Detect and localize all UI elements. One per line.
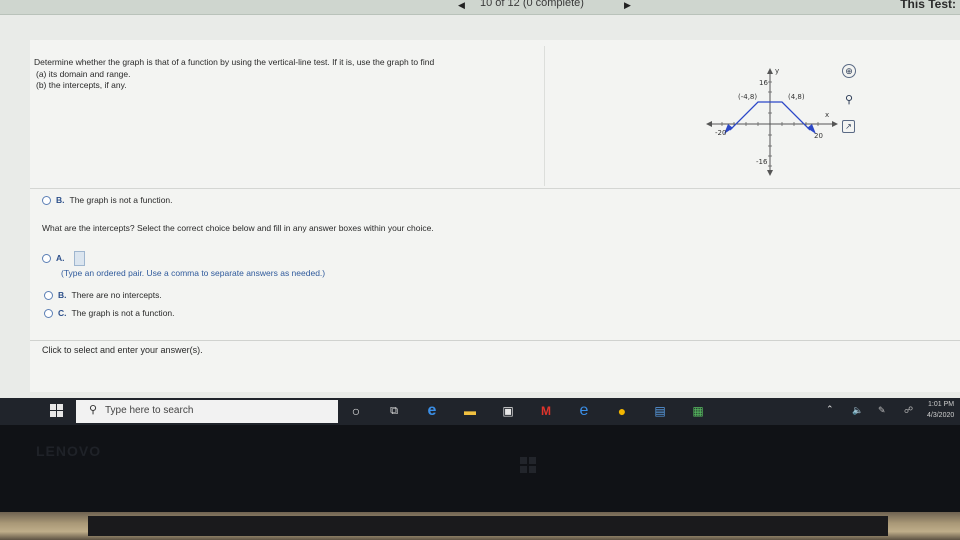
chrome-icon[interactable]: ●: [614, 403, 630, 419]
brand-logo: LENOVO: [36, 443, 102, 459]
question-line: Determine whether the graph is that of a…: [34, 57, 435, 67]
clock-time[interactable]: 1:01 PM: [928, 401, 954, 408]
previous-answer-option-b[interactable]: B. The graph is not a function.: [42, 195, 173, 206]
excel-icon[interactable]: ▦: [690, 403, 706, 419]
question-part-b: (b) the intercepts, if any.: [36, 80, 127, 90]
windows-logo-button: [520, 457, 536, 473]
x-right-tick-label: 20: [814, 132, 823, 140]
clock-date[interactable]: 4/3/2020: [927, 412, 954, 419]
y-bottom-tick-label: -16: [756, 158, 768, 166]
y-top-tick-label: 16: [759, 79, 768, 87]
network-icon[interactable]: ☍: [904, 405, 913, 416]
option-letter: B.: [58, 290, 67, 300]
x-left-tick-label: -20: [715, 129, 726, 137]
section-divider: [30, 188, 960, 189]
next-question-icon[interactable]: ▶: [624, 0, 631, 11]
function-graph: y x 16 -16 -20 20 (-4,8) (4,8): [706, 67, 838, 176]
pen-icon[interactable]: ✎: [878, 405, 886, 416]
question-progress: 10 of 12 (0 complete): [480, 0, 584, 9]
zoom-in-icon[interactable]: ⊕: [842, 64, 856, 78]
cortana-icon[interactable]: ○: [348, 403, 364, 419]
option-text: The graph is not a function.: [69, 195, 173, 205]
test-header-bar: ◀ 10 of 12 (0 complete) ▶ This Test:: [0, 0, 960, 15]
windows-taskbar: ⚲ Type here to search ○ ⧉ e ▬ ▣ M e ● ▤ …: [0, 398, 960, 425]
x-axis-arrow-left: [706, 121, 712, 127]
intercepts-option-c[interactable]: C. The graph is not a function.: [44, 308, 175, 319]
question-part-a: (a) its domain and range.: [36, 68, 131, 79]
word-icon[interactable]: ▤: [652, 403, 668, 419]
file-explorer-icon[interactable]: ▬: [462, 403, 478, 419]
intercepts-option-b[interactable]: B. There are no intercepts.: [44, 290, 162, 301]
option-letter: A.: [56, 252, 65, 263]
radio-button[interactable]: [42, 196, 51, 206]
taskbar-search-box[interactable]: ⚲ Type here to search: [76, 400, 338, 423]
internet-explorer-icon[interactable]: e: [576, 402, 592, 419]
test-title: This Test:: [900, 0, 956, 11]
footer-instruction: Click to select and enter your answer(s)…: [42, 345, 203, 355]
radio-button[interactable]: [44, 291, 53, 301]
y-axis-label: y: [775, 67, 779, 75]
option-letter: C.: [58, 308, 67, 318]
question-text: Determine whether the graph is that of a…: [34, 57, 534, 92]
x-axis-label: x: [825, 111, 829, 119]
option-text: There are no intercepts.: [71, 290, 162, 300]
mcafee-icon[interactable]: M: [538, 403, 554, 419]
volume-icon[interactable]: 🔈: [852, 405, 863, 416]
radio-button[interactable]: [44, 309, 53, 319]
answer-input-box[interactable]: [73, 251, 85, 266]
previous-question-icon[interactable]: ◀: [458, 0, 465, 11]
laptop-bezel: LENOVO: [0, 425, 960, 512]
option-letter: B.: [56, 195, 65, 205]
popout-icon[interactable]: ↗: [842, 120, 855, 133]
store-icon[interactable]: ▣: [500, 403, 516, 419]
footer-divider: [30, 340, 960, 341]
search-icon: ⚲: [89, 404, 98, 416]
radio-button[interactable]: [42, 254, 51, 263]
screen: ◀ 10 of 12 (0 complete) ▶ This Test: Det…: [0, 0, 960, 425]
point-label-right: (4,8): [788, 93, 805, 101]
option-text: The graph is not a function.: [71, 308, 175, 318]
hinge-strip: [88, 516, 888, 536]
zoom-out-icon[interactable]: ⚲: [842, 92, 856, 106]
edge-icon[interactable]: e: [424, 402, 440, 419]
answer-format-hint: (Type an ordered pair. Use a comma to se…: [61, 268, 326, 278]
start-button[interactable]: [50, 404, 64, 418]
intercepts-prompt: What are the intercepts? Select the corr…: [42, 223, 434, 233]
point-label-left: (-4,8): [738, 93, 757, 101]
intercepts-option-a[interactable]: A.: [42, 251, 85, 266]
y-axis-arrow-down: [767, 170, 773, 176]
panel-divider: [544, 46, 545, 186]
task-view-icon[interactable]: ⧉: [386, 403, 402, 419]
tray-chevron-up-icon[interactable]: ⌃: [826, 404, 834, 415]
y-axis-arrow-up: [767, 68, 773, 74]
x-axis-arrow-right: [832, 121, 838, 127]
search-placeholder: Type here to search: [105, 405, 194, 416]
